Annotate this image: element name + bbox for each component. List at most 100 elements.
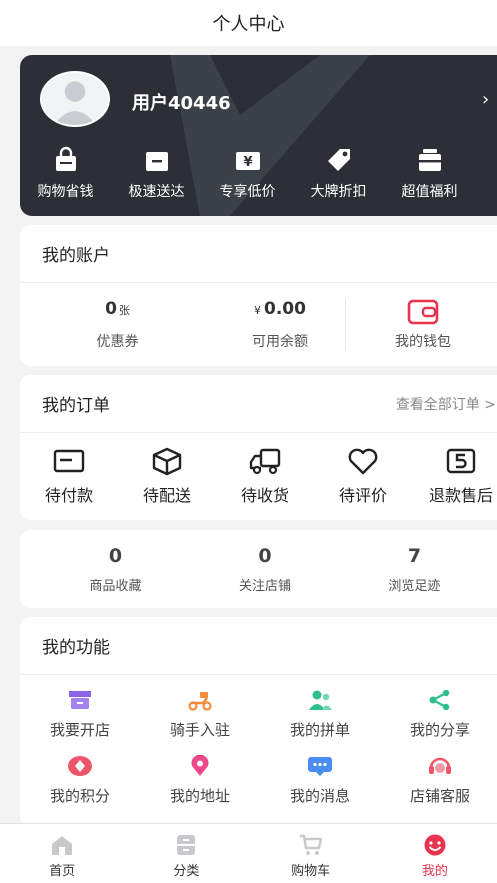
tab-label: 分类 <box>173 864 200 879</box>
coupon-entry[interactable]: 0张 优惠券 <box>20 299 215 351</box>
perk-item[interactable]: 购物省钱 <box>20 145 111 201</box>
account-header: 我的账户 <box>20 225 497 283</box>
shop-icon <box>69 691 91 709</box>
cart-icon <box>299 834 322 855</box>
account-row: 0张 优惠券 ¥0.00 可用余额 我的钱包 <box>20 283 497 366</box>
stat-label: 关注店铺 <box>238 578 291 594</box>
scooter-icon <box>188 692 212 711</box>
avatar[interactable] <box>40 71 110 127</box>
perk-label: 专享低价 <box>219 184 276 200</box>
message-icon <box>308 757 332 776</box>
wallet-label: 我的钱包 <box>395 333 451 350</box>
feature-label: 骑手入驻 <box>169 721 230 739</box>
tab-category[interactable]: 分类 <box>124 824 248 883</box>
refund-icon <box>446 448 476 474</box>
feature-open-shop[interactable]: 我要开店 <box>20 689 140 755</box>
category-icon <box>177 835 196 855</box>
heart-icon <box>348 448 378 475</box>
order-status-item[interactable]: 退款售后 <box>412 446 497 506</box>
package-icon <box>145 152 168 171</box>
order-status-label: 待评价 <box>338 486 387 505</box>
truck-icon <box>249 448 281 475</box>
order-status-label: 待付款 <box>44 486 93 505</box>
group-icon <box>309 690 332 710</box>
tag-icon <box>327 149 350 171</box>
feature-label: 我的分享 <box>409 721 470 739</box>
view-all-orders-link[interactable]: 查看全部订单 > <box>396 394 497 414</box>
balance-entry[interactable]: ¥0.00 可用余额 <box>215 299 345 351</box>
feature-customer-service[interactable]: 店铺客服 <box>380 755 497 821</box>
order-status-item[interactable]: 待评价 <box>314 446 412 506</box>
features-header: 我的功能 <box>20 617 497 675</box>
features-title: 我的功能 <box>42 638 110 658</box>
feature-group-order[interactable]: 我的拼单 <box>260 689 380 755</box>
balance-label: 可用余额 <box>252 333 308 350</box>
currency-symbol: ¥ <box>254 303 262 317</box>
bag-icon <box>55 146 76 171</box>
perk-label: 极速送达 <box>128 184 185 200</box>
history-stat[interactable]: 7 浏览足迹 <box>319 545 497 594</box>
feature-rider-join[interactable]: 骑手入驻 <box>140 689 260 755</box>
feature-label: 我的地址 <box>169 787 230 805</box>
page-title: 个人中心 <box>212 14 285 35</box>
wallet-entry[interactable]: 我的钱包 <box>345 298 497 351</box>
profile-icon <box>424 834 446 856</box>
tab-label: 我的 <box>421 864 448 879</box>
stat-value: 0 <box>108 544 123 567</box>
chevron-right-icon[interactable]: › <box>482 89 489 110</box>
order-status-row: 待付款 待配送 待收货 待评价 退款售后 <box>20 433 497 519</box>
member-card[interactable]: 用户40446 › 购物省钱 极速送达 ¥ 专享低价 大牌折扣 超值福利 <box>20 55 497 216</box>
order-status-label: 退款售后 <box>428 486 493 505</box>
tab-profile[interactable]: 我的 <box>373 824 497 883</box>
stat-label: 浏览足迹 <box>388 578 441 594</box>
orders-header: 我的订单 查看全部订单 > <box>20 375 497 433</box>
favorites-stat[interactable]: 0 商品收藏 <box>20 545 211 594</box>
account-title: 我的账户 <box>42 246 110 266</box>
feature-label: 我的消息 <box>289 787 350 805</box>
order-status-item[interactable]: 待配送 <box>118 446 216 506</box>
perk-item[interactable]: 大牌折扣 <box>293 145 384 201</box>
feature-address[interactable]: 我的地址 <box>140 755 260 821</box>
feature-label: 我的积分 <box>49 787 110 805</box>
feature-points[interactable]: 我的积分 <box>20 755 140 821</box>
bottom-tab-bar: 首页 分类 购物车 我的 <box>0 823 497 883</box>
perk-label: 大牌折扣 <box>310 184 367 200</box>
order-status-item[interactable]: 待付款 <box>20 446 118 506</box>
location-icon <box>191 755 209 776</box>
order-status-label: 待收货 <box>240 486 289 505</box>
box-icon <box>152 447 182 476</box>
feature-label: 我要开店 <box>49 721 110 739</box>
coupon-count: 0 <box>105 298 117 319</box>
perk-item[interactable]: 超值福利 <box>384 145 475 201</box>
order-status-label: 待配送 <box>142 486 191 505</box>
username[interactable]: 用户40446 <box>132 89 231 115</box>
feature-grid: 我要开店 骑手入驻 我的拼单 我的分享 我的积分 我的地址 我的消息 店铺客服 <box>20 675 497 821</box>
perk-item[interactable]: 极速送达 <box>111 145 202 201</box>
points-icon <box>68 756 92 776</box>
perk-label: 超值福利 <box>401 184 458 200</box>
top-bar: 个人中心 <box>0 0 497 46</box>
tab-label: 首页 <box>49 864 76 879</box>
feature-messages[interactable]: 我的消息 <box>260 755 380 821</box>
yen-ticket-icon: ¥ <box>235 152 260 170</box>
order-status-item[interactable]: 待收货 <box>216 446 314 506</box>
perk-list: 购物省钱 极速送达 ¥ 专享低价 大牌折扣 超值福利 <box>20 145 497 201</box>
coupon-unit: 张 <box>118 303 130 317</box>
home-icon <box>52 836 73 855</box>
svg-text:¥: ¥ <box>243 155 252 170</box>
card-icon <box>53 449 85 473</box>
gift-icon <box>418 149 441 171</box>
perk-item[interactable]: ¥ 专享低价 <box>202 145 293 201</box>
headset-icon <box>429 757 451 774</box>
coupon-label: 优惠券 <box>96 333 139 350</box>
share-icon <box>429 689 450 711</box>
wallet-icon <box>407 299 439 324</box>
orders-panel: 我的订单 查看全部订单 > 待付款 待配送 待收货 待评价 退款售后 <box>20 375 497 520</box>
perk-label: 购物省钱 <box>37 184 94 200</box>
feature-share[interactable]: 我的分享 <box>380 689 497 755</box>
tab-cart[interactable]: 购物车 <box>249 824 373 883</box>
followed-shops-stat[interactable]: 0 关注店铺 <box>211 545 319 594</box>
feature-label: 店铺客服 <box>409 787 470 805</box>
balance-value: 0.00 <box>264 298 306 319</box>
tab-home[interactable]: 首页 <box>0 824 124 883</box>
